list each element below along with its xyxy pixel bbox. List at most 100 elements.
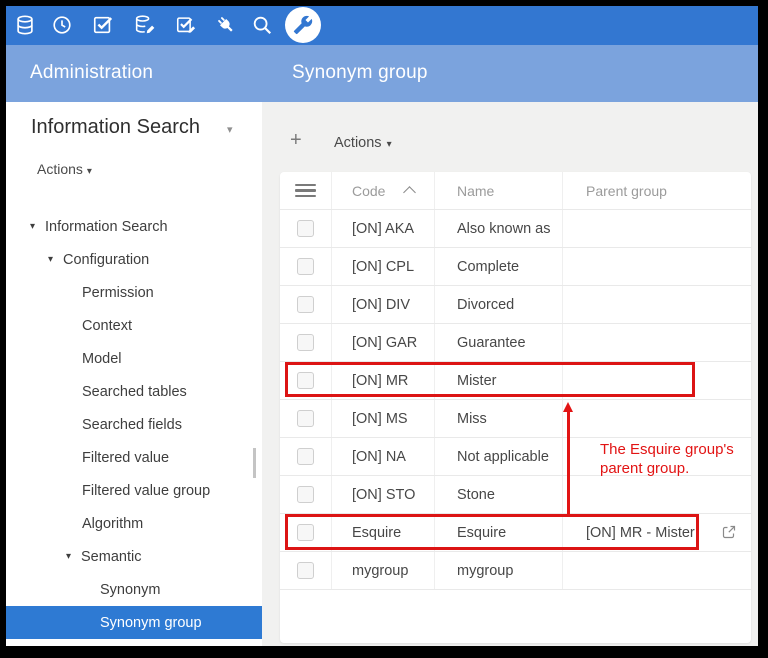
tree-item-model[interactable]: Model (6, 342, 262, 375)
cell-parent-group (563, 286, 751, 323)
tree-item-label: Information Search (45, 219, 168, 235)
table-row[interactable]: [ON] MS Miss (280, 400, 751, 438)
caret-down-icon: ▾ (87, 166, 92, 177)
cell-code: [ON] CPL (332, 248, 435, 285)
column-header-code[interactable]: Code (332, 172, 435, 209)
module-caret-down-icon[interactable]: ▾ (227, 123, 233, 136)
task-check-icon[interactable] (92, 14, 114, 36)
table-row[interactable]: [ON] GAR Guarantee (280, 324, 751, 362)
column-menu-icon[interactable] (295, 181, 316, 201)
tree-item-synonym-group[interactable]: Synonym group (6, 606, 262, 639)
clock-icon[interactable] (51, 14, 73, 36)
caret-down-icon: ▾ (66, 551, 81, 562)
cell-name: Not applicable (435, 438, 563, 475)
row-checkbox[interactable] (297, 258, 314, 275)
cell-parent-group (563, 248, 751, 285)
tree-item-label: Permission (82, 285, 154, 301)
tree-item-label: Synonym group (100, 615, 202, 631)
module-title: Information Search (31, 116, 200, 139)
task-edit-icon[interactable] (175, 14, 197, 36)
caret-down-icon: ▾ (30, 221, 45, 232)
cell-code: [ON] GAR (332, 324, 435, 361)
cell-parent-group (563, 210, 751, 247)
tree-item-information-search[interactable]: ▾Information Search (6, 210, 262, 243)
cell-name: Guarantee (435, 324, 563, 361)
tree-item-label: Context (82, 318, 132, 334)
cell-code: [ON] STO (332, 476, 435, 513)
tree-item-semantic[interactable]: ▾Semantic (6, 540, 262, 573)
cell-parent-group (563, 552, 751, 589)
tree-item-label: Semantic (81, 549, 141, 565)
tree-item-label: Synonym (100, 582, 160, 598)
sort-ascending-icon (403, 186, 416, 199)
table-row[interactable]: mygroup mygroup (280, 552, 751, 590)
tree-item-label: Model (82, 351, 122, 367)
plug-icon[interactable] (215, 14, 237, 36)
tree-item-searched-tables[interactable]: Searched tables (6, 375, 262, 408)
active-tool-button[interactable] (285, 7, 321, 43)
row-checkbox[interactable] (297, 486, 314, 503)
tree-item-label: Configuration (63, 252, 149, 268)
cell-code: [ON] DIV (332, 286, 435, 323)
column-header-parent-group[interactable]: Parent group (563, 172, 751, 209)
tree-item-filtered-value-group[interactable]: Filtered value group (6, 474, 262, 507)
table-row-esquire[interactable]: Esquire Esquire [ON] MR - Mister (280, 514, 751, 552)
row-checkbox[interactable] (297, 296, 314, 313)
row-checkbox[interactable] (297, 334, 314, 351)
row-checkbox[interactable] (297, 372, 314, 389)
tree-item-filtered-value[interactable]: Filtered value (6, 441, 262, 474)
cell-name: Also known as (435, 210, 563, 247)
sidebar-actions-menu[interactable]: Actions ▾ (37, 161, 92, 177)
cell-name: Esquire (435, 514, 563, 551)
top-toolbar (6, 6, 758, 45)
sidebar-scrollbar[interactable] (253, 448, 256, 478)
row-checkbox[interactable] (297, 410, 314, 427)
sidebar-header-title: Administration (30, 62, 153, 84)
row-checkbox[interactable] (297, 524, 314, 541)
tree-item-label: Searched tables (82, 384, 187, 400)
screenshot-frame: Administration Synonym group Information… (0, 0, 768, 658)
table-row[interactable]: [ON] DIV Divorced (280, 286, 751, 324)
search-icon[interactable] (251, 14, 273, 36)
database-edit-icon[interactable] (133, 14, 155, 36)
application-window: Administration Synonym group Information… (6, 6, 758, 646)
table-row[interactable]: [ON] STO Stone (280, 476, 751, 514)
table-row[interactable]: [ON] AKA Also known as (280, 210, 751, 248)
add-record-button[interactable]: + (290, 130, 302, 150)
tree-item-algorithm[interactable]: Algorithm (6, 507, 262, 540)
cell-name: Mister (435, 362, 563, 399)
annotation-line-2: parent group. (600, 459, 734, 478)
tree-item-label: Searched fields (82, 417, 182, 433)
cell-parent-group (563, 400, 751, 437)
cell-code: [ON] AKA (332, 210, 435, 247)
page-header: Administration Synonym group (6, 45, 758, 102)
main-content: + Actions▾ Code Name Parent group [ON] A… (262, 102, 758, 646)
cell-code: [ON] MS (332, 400, 435, 437)
cell-name: mygroup (435, 552, 563, 589)
sidebar-actions-label: Actions (37, 161, 83, 177)
caret-down-icon: ▾ (387, 139, 392, 150)
row-checkbox[interactable] (297, 220, 314, 237)
column-header-label: Code (352, 183, 385, 199)
column-header-name[interactable]: Name (435, 172, 563, 209)
wrench-icon (293, 15, 313, 35)
tree-item-label: Filtered value group (82, 483, 210, 499)
tree-item-context[interactable]: Context (6, 309, 262, 342)
table-row[interactable]: [ON] CPL Complete (280, 248, 751, 286)
row-checkbox[interactable] (297, 562, 314, 579)
database-icon[interactable] (14, 14, 36, 36)
tree-item-synonym[interactable]: Synonym (6, 573, 262, 606)
cell-name: Divorced (435, 286, 563, 323)
cell-name: Complete (435, 248, 563, 285)
row-checkbox[interactable] (297, 448, 314, 465)
cell-parent-group (563, 324, 751, 361)
cell-code: Esquire (332, 514, 435, 551)
tree-item-configuration[interactable]: ▾Configuration (6, 243, 262, 276)
open-record-external-link-icon[interactable] (721, 524, 737, 540)
tree-item-permission[interactable]: Permission (6, 276, 262, 309)
table-row-mr[interactable]: [ON] MR Mister (280, 362, 751, 400)
cell-parent-group (563, 362, 751, 399)
grid-actions-menu[interactable]: Actions▾ (334, 135, 392, 151)
tree-item-searched-fields[interactable]: Searched fields (6, 408, 262, 441)
cell-code: [ON] NA (332, 438, 435, 475)
